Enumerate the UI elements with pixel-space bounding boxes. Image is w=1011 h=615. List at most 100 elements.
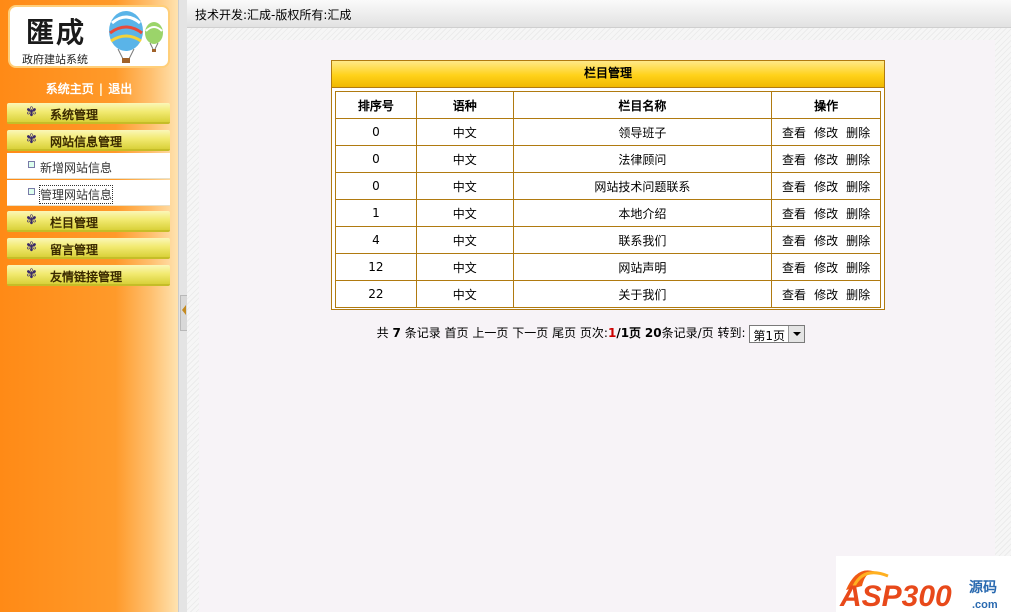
cell-language: 中文	[415, 280, 514, 308]
column-header-language: 语种	[415, 91, 514, 119]
chevron-down-icon[interactable]	[788, 325, 805, 342]
last-page-link[interactable]: 尾页	[552, 326, 576, 340]
delete-link[interactable]: 删除	[846, 261, 870, 275]
cell-name: 领导班子	[512, 118, 773, 146]
menu-label: 留言管理	[50, 243, 99, 257]
table-caption: 栏目管理	[332, 61, 884, 88]
prev-page-link[interactable]: 上一页	[472, 326, 508, 340]
gear-icon: ✾	[26, 105, 37, 120]
logo: 匯成 政府建站系统	[8, 5, 170, 68]
column-header-order: 排序号	[335, 91, 417, 119]
cell-actions: 查看 修改 删除	[771, 118, 881, 146]
delete-link[interactable]: 删除	[846, 126, 870, 140]
submenu-manage-site-info[interactable]: 管理网站信息	[7, 180, 170, 206]
view-link[interactable]: 查看	[782, 126, 806, 140]
edit-link[interactable]: 修改	[814, 207, 838, 221]
delete-link[interactable]: 删除	[846, 153, 870, 167]
cell-name: 联系我们	[512, 226, 773, 254]
menu-columns[interactable]: ✾ 栏目管理	[7, 211, 170, 232]
edit-link[interactable]: 修改	[814, 126, 838, 140]
cell-actions: 查看 修改 删除	[771, 280, 881, 308]
menu-site-info[interactable]: ✾ 网站信息管理	[7, 130, 170, 151]
gear-icon: ✾	[26, 240, 37, 255]
watermark-domain: .com	[972, 599, 998, 611]
pagination-bar: 共 7 条记录 首页 上一页 下一页 尾页 页次:1/1页 20条记录/页 转到…	[199, 324, 995, 346]
view-link[interactable]: 查看	[782, 207, 806, 221]
cell-language: 中文	[415, 118, 514, 146]
gear-icon: ✾	[26, 213, 37, 228]
gear-icon: ✾	[26, 267, 37, 282]
logo-subtitle: 政府建站系统	[22, 53, 88, 66]
first-page-link[interactable]: 首页	[445, 326, 469, 340]
table-row: 0 中文 法律顾问 查看 修改 删除	[335, 145, 881, 173]
page-total: /1页	[616, 326, 642, 340]
cell-order: 4	[335, 226, 417, 254]
edit-link[interactable]: 修改	[814, 153, 838, 167]
column-header-name: 栏目名称	[512, 91, 773, 119]
bullet-icon	[28, 161, 35, 168]
table-row: 0 中文 网站技术问题联系 查看 修改 删除	[335, 172, 881, 200]
edit-link[interactable]: 修改	[814, 180, 838, 194]
view-link[interactable]: 查看	[782, 153, 806, 167]
edit-link[interactable]: 修改	[814, 261, 838, 275]
view-link[interactable]: 查看	[782, 261, 806, 275]
delete-link[interactable]: 删除	[846, 234, 870, 248]
logout-link[interactable]: 退出	[108, 80, 132, 97]
edit-link[interactable]: 修改	[814, 234, 838, 248]
watermark-graphic: ASP300 源码 .com	[836, 556, 1011, 613]
cell-language: 中文	[415, 253, 514, 281]
menu-system[interactable]: ✾ 系统管理	[7, 103, 170, 124]
view-link[interactable]: 查看	[782, 288, 806, 302]
table-row: 0 中文 领导班子 查看 修改 删除	[335, 118, 881, 146]
page-select[interactable]: 第1页	[749, 324, 806, 343]
sidebar: 匯成 政府建站系统 系统主页 | 退出 ✾ 系统管理 ✾ 网站信息管理 新增网站信息	[0, 0, 178, 612]
column-management-table: 栏目管理 排序号 语种 栏目名称 操作 0 中文 领导班子 查看 修改 删除 0…	[331, 60, 885, 310]
cell-name: 法律顾问	[512, 145, 773, 173]
submenu-label: 新增网站信息	[40, 161, 113, 175]
cell-order: 0	[335, 118, 417, 146]
balloon-icon	[109, 11, 163, 63]
cell-name: 网站声明	[512, 253, 773, 281]
menu-label: 栏目管理	[50, 216, 99, 230]
view-link[interactable]: 查看	[782, 234, 806, 248]
menu-messages[interactable]: ✾ 留言管理	[7, 238, 170, 259]
cell-order: 1	[335, 199, 417, 227]
per-page-suffix: 条记录/页	[661, 326, 714, 340]
edit-link[interactable]: 修改	[814, 288, 838, 302]
watermark-logo: ASP300 源码 .com	[836, 556, 1011, 613]
chevron-left-icon	[182, 305, 186, 315]
logo-title: 匯成	[26, 16, 87, 49]
table-row: 1 中文 本地介绍 查看 修改 删除	[335, 199, 881, 227]
delete-link[interactable]: 删除	[846, 207, 870, 221]
gear-icon: ✾	[26, 132, 37, 147]
table-row: 12 中文 网站声明 查看 修改 删除	[335, 253, 881, 281]
table-header-row: 排序号 语种 栏目名称 操作	[335, 91, 881, 119]
home-link[interactable]: 系统主页	[46, 80, 94, 97]
top-nav: 系统主页 | 退出	[0, 80, 178, 97]
view-link[interactable]: 查看	[782, 180, 806, 194]
cell-actions: 查看 修改 删除	[771, 172, 881, 200]
copyright-text: 技术开发:汇成-版权所有:汇成	[195, 8, 352, 22]
cell-language: 中文	[415, 226, 514, 254]
cell-name: 关于我们	[512, 280, 773, 308]
cell-language: 中文	[415, 199, 514, 227]
total-count: 7	[392, 326, 401, 340]
cell-actions: 查看 修改 删除	[771, 226, 881, 254]
table-row: 4 中文 联系我们 查看 修改 删除	[335, 226, 881, 254]
cell-name: 本地介绍	[512, 199, 773, 227]
content-panel: 栏目管理 排序号 语种 栏目名称 操作 0 中文 领导班子 查看 修改 删除 0…	[199, 40, 995, 612]
main-content: 栏目管理 排序号 语种 栏目名称 操作 0 中文 领导班子 查看 修改 删除 0…	[187, 28, 1011, 612]
data-table: 排序号 语种 栏目名称 操作 0 中文 领导班子 查看 修改 删除 0 中文 法律顾…	[335, 91, 881, 308]
submenu-add-site-info[interactable]: 新增网站信息	[7, 153, 170, 179]
cell-order: 0	[335, 172, 417, 200]
goto-label: 转到:	[717, 326, 746, 340]
cell-order: 22	[335, 280, 417, 308]
menu-label: 网站信息管理	[50, 135, 123, 149]
delete-link[interactable]: 删除	[846, 180, 870, 194]
menu-friend-links[interactable]: ✾ 友情链接管理	[7, 265, 170, 286]
delete-link[interactable]: 删除	[846, 288, 870, 302]
cell-actions: 查看 修改 删除	[771, 253, 881, 281]
watermark-suffix: 源码	[969, 579, 997, 596]
next-page-link[interactable]: 下一页	[512, 326, 548, 340]
watermark-brand: ASP300	[839, 580, 952, 612]
